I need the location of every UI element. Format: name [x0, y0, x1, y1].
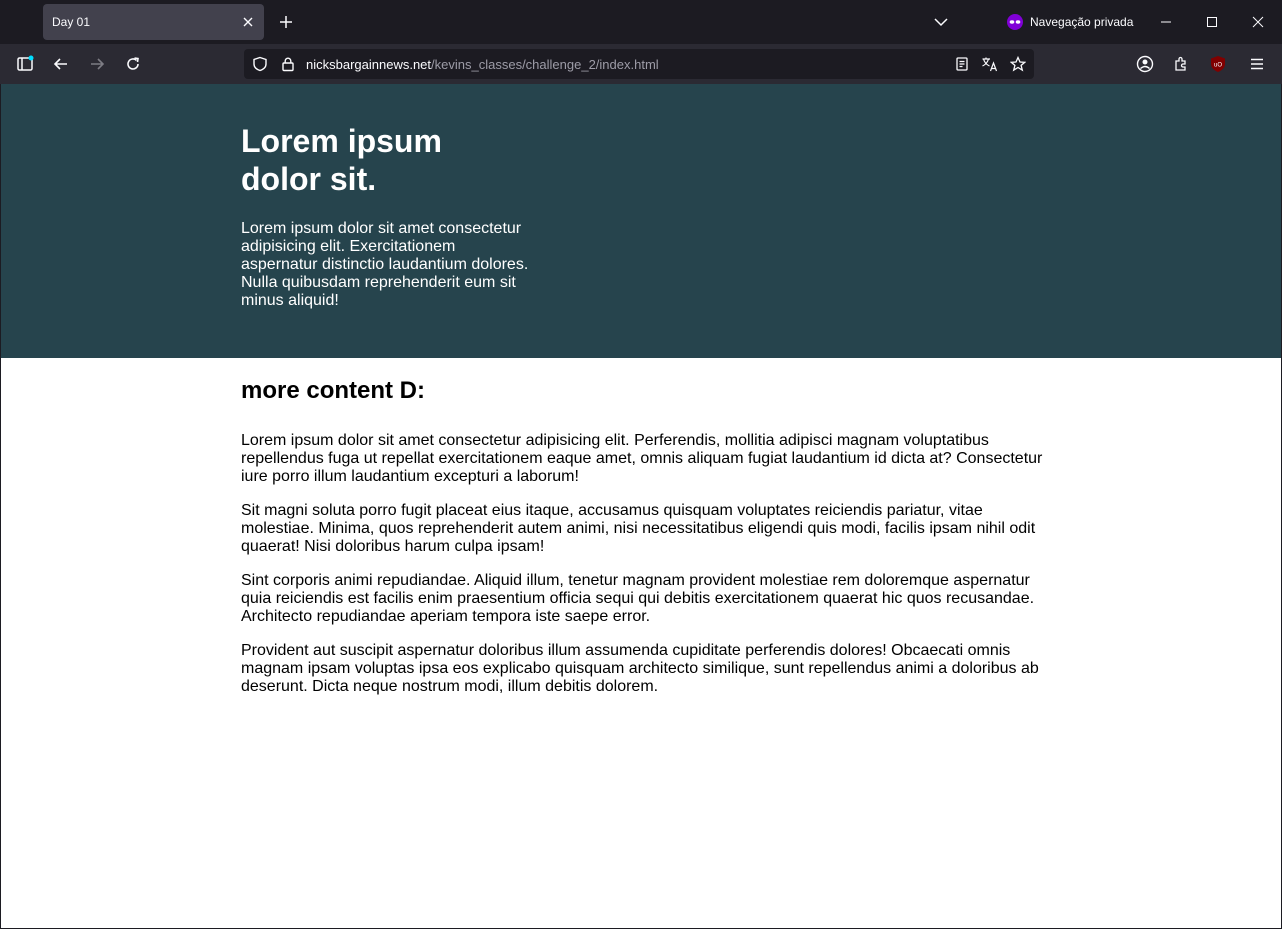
paragraph-4: Provident aut suscipit aspernatur dolori…: [241, 642, 1039, 695]
translate-icon[interactable]: [976, 50, 1004, 78]
tab-day-01[interactable]: Day 01: [43, 4, 264, 40]
paragraph-1: Lorem ipsum dolor sit amet consectetur a…: [241, 432, 1043, 485]
tracking-protection-shield-icon[interactable]: [246, 50, 274, 78]
section-heading: more content D:: [241, 377, 426, 404]
lock-icon[interactable]: [274, 50, 302, 78]
ublock-origin-icon[interactable]: uO: [1203, 49, 1233, 79]
url-text[interactable]: nicksbargainnews.net/kevins_classes/chal…: [306, 57, 948, 72]
close-window-icon[interactable]: [1235, 0, 1281, 44]
svg-text:uO: uO: [1214, 63, 1222, 69]
url-domain: nicksbargainnews.net: [306, 56, 432, 72]
back-icon[interactable]: [46, 49, 76, 79]
reload-icon[interactable]: [118, 49, 148, 79]
hero-text: Lorem ipsum dolor sit amet consectetur a…: [241, 220, 529, 309]
private-label: Navegação privada: [1030, 15, 1134, 29]
new-tab-icon[interactable]: [272, 8, 300, 36]
url-path: /kevins_classes/challenge_2/index.html: [431, 56, 659, 72]
paragraph-2: Sit magni soluta porro fugit placeat eiu…: [241, 502, 1036, 555]
hero-section: Lorem ipsum dolor sit. Lorem ipsum dolor…: [1, 84, 1281, 358]
reader-view-icon[interactable]: [948, 50, 976, 78]
tab-title: Day 01: [52, 15, 91, 29]
account-icon[interactable]: [1130, 49, 1160, 79]
bookmark-star-icon[interactable]: [1004, 50, 1032, 78]
menu-icon[interactable]: [1242, 49, 1272, 79]
hero-title: Lorem ipsum dolor sit.: [241, 123, 442, 197]
list-all-tabs-icon[interactable]: [927, 8, 955, 36]
extensions-icon[interactable]: [1166, 49, 1196, 79]
close-tab-icon[interactable]: [234, 8, 262, 36]
minimize-icon[interactable]: [1143, 0, 1189, 44]
private-browsing-indicator: Navegação privada: [1006, 12, 1133, 32]
paragraph-3: Sint corporis animi repudiandae. Aliquid…: [241, 572, 1035, 625]
web-page-content: Lorem ipsum dolor sit. Lorem ipsum dolor…: [1, 84, 1281, 928]
tab-bar: Day 01 Navegação privada: [0, 0, 1282, 44]
maximize-icon[interactable]: [1189, 0, 1235, 44]
sidebar-icon[interactable]: [10, 49, 40, 79]
address-bar[interactable]: nicksbargainnews.net/kevins_classes/chal…: [244, 49, 1034, 79]
private-mask-icon: [1007, 14, 1023, 30]
forward-icon[interactable]: [82, 49, 112, 79]
main-section: more content D: Lorem ipsum dolor sit am…: [241, 378, 1051, 712]
